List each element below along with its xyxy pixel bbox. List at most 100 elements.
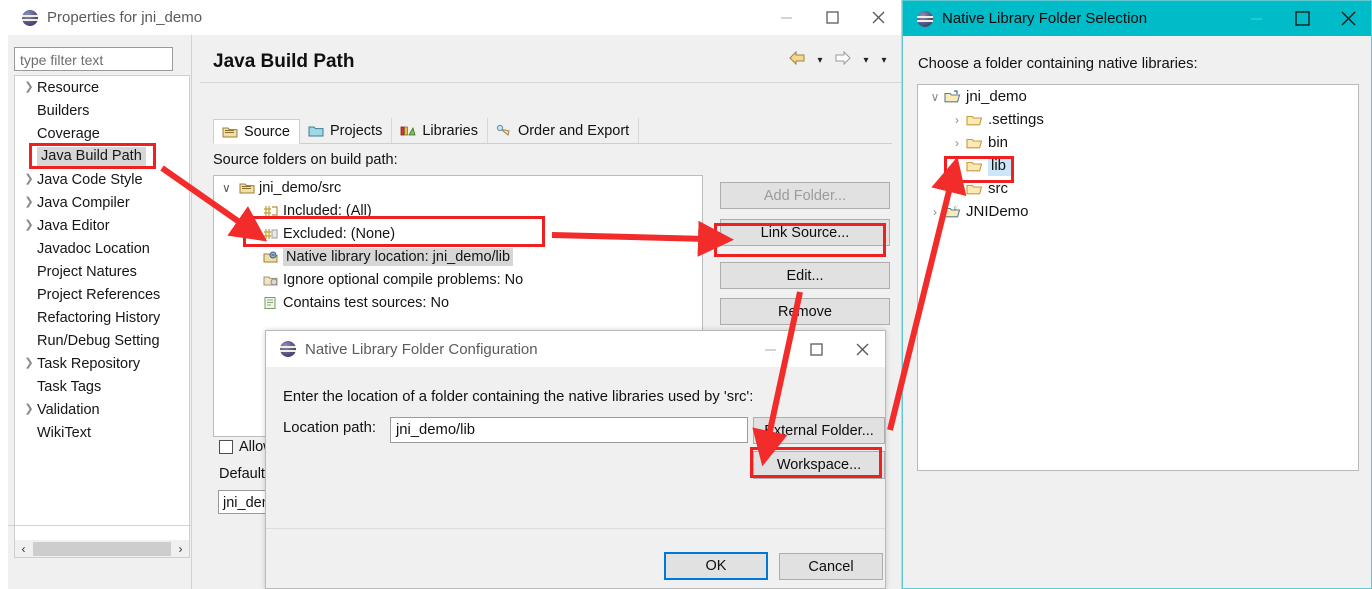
folder-tree-row[interactable]: › lib	[918, 154, 1358, 177]
chevron-right-icon[interactable]: ❯	[21, 404, 37, 415]
source-tree-row[interactable]: Ignore optional compile problems: No	[214, 268, 702, 291]
allow-checkbox[interactable]	[219, 440, 233, 454]
workspace-button[interactable]: Workspace...	[753, 451, 885, 479]
source-tree-row[interactable]: Excluded: (None)	[214, 222, 702, 245]
folder-tree-row-label: src	[988, 180, 1008, 197]
link-source-button[interactable]: Link Source...	[720, 219, 890, 246]
menu-dropdown-caret[interactable]: ▾	[876, 55, 892, 66]
eclipse-icon	[280, 341, 296, 357]
tab-label: Libraries	[422, 122, 478, 139]
minimize-button[interactable]	[763, 0, 809, 35]
source-tree-row[interactable]: ∨ jni_demo/src	[214, 176, 702, 199]
config-dialog-divider	[266, 528, 885, 529]
chevron-right-icon[interactable]: ❯	[21, 197, 37, 208]
edit-button[interactable]: Edit...	[720, 262, 890, 289]
settings-tree-item-label: Java Build Path	[37, 147, 146, 166]
source-tree-row[interactable]: Contains test sources: No	[214, 291, 702, 314]
settings-tree-item-java-code-style[interactable]: ❯ Java Code Style	[15, 168, 189, 191]
source-tree-row[interactable]: Included: (All)	[214, 199, 702, 222]
tab-libraries[interactable]: Libraries	[392, 118, 488, 143]
settings-tree-item-refactoring-history[interactable]: Refactoring History	[15, 306, 189, 329]
close-button[interactable]	[855, 0, 901, 35]
tab-projects[interactable]: Projects	[300, 118, 393, 143]
minimize-button[interactable]	[747, 331, 793, 367]
settings-tree-item-label: Project Natures	[37, 263, 137, 280]
settings-tree-item-java-compiler[interactable]: ❯ Java Compiler	[15, 191, 189, 214]
folder-tree-row[interactable]: › c JNIDemo	[918, 200, 1358, 223]
scroll-thumb[interactable]	[33, 541, 171, 556]
properties-window-controls	[763, 0, 901, 35]
folder-tree-row-label: JNIDemo	[966, 203, 1029, 220]
maximize-button[interactable]	[1279, 1, 1325, 36]
chevron-right-icon[interactable]: ›	[948, 182, 966, 196]
settings-tree-item-builders[interactable]: Builders	[15, 99, 189, 122]
selection-dialog-titlebar: Native Library Folder Selection	[903, 1, 1371, 36]
settings-tree-item-label: Project References	[37, 286, 161, 303]
chevron-right-icon[interactable]: ›	[948, 113, 966, 127]
folder-tree[interactable]: ∨ jni_demo › .settings › bin › lib › src › c JNIDemo	[917, 84, 1359, 471]
settings-tree-item-java-build-path[interactable]: Java Build Path	[15, 145, 189, 168]
close-button[interactable]	[1325, 1, 1371, 36]
chevron-down-icon[interactable]: ∨	[926, 90, 944, 104]
filter-input[interactable]: type filter text	[14, 47, 173, 71]
source-tree-row[interactable]: Native library location: jni_demo/lib	[214, 245, 702, 268]
settings-tree-item-coverage[interactable]: Coverage	[15, 122, 189, 145]
tab-order-and-export[interactable]: Order and Export	[488, 118, 640, 143]
config-cancel-button[interactable]: Cancel	[779, 553, 883, 580]
chevron-right-icon[interactable]: ›	[948, 136, 966, 150]
chevron-right-icon[interactable]: ❯	[21, 82, 37, 93]
folder-tree-row-label: bin	[988, 134, 1009, 151]
eclipse-icon	[917, 10, 933, 27]
external-folder-button[interactable]: External Folder...	[753, 417, 885, 444]
chevron-right-icon[interactable]: ❯	[21, 220, 37, 231]
settings-tree-item-label: Task Repository	[37, 355, 141, 372]
tab-label: Order and Export	[517, 122, 630, 139]
remove-button[interactable]: Remove	[720, 298, 890, 325]
scroll-right-icon[interactable]: ›	[172, 542, 189, 556]
settings-tree-item-label: Java Compiler	[37, 194, 130, 211]
maximize-button[interactable]	[793, 331, 839, 367]
folder-tree-row[interactable]: › .settings	[918, 108, 1358, 131]
chevron-right-icon[interactable]: ❯	[21, 174, 37, 185]
settings-tree-item-project-natures[interactable]: Project Natures	[15, 260, 189, 283]
maximize-button[interactable]	[809, 0, 855, 35]
folder-tree-row[interactable]: › src	[918, 177, 1358, 200]
minimize-button[interactable]	[1233, 1, 1279, 36]
settings-tree-item-label: Run/Debug Setting	[37, 332, 160, 349]
chevron-down-icon[interactable]: ∨	[222, 181, 239, 195]
settings-tree-item-resource[interactable]: ❯ Resource	[15, 76, 189, 99]
build-path-tabs[interactable]: Source Projects Libraries Order and Export	[213, 118, 892, 144]
chevron-right-icon[interactable]: ›	[926, 205, 944, 219]
forward-arrow-icon[interactable]	[830, 50, 856, 70]
settings-tree-hscrollbar[interactable]: ‹ ›	[14, 540, 190, 558]
libraries-icon	[400, 124, 416, 138]
config-dialog-window-controls	[747, 331, 885, 367]
settings-tree-item-wikitext[interactable]: WikiText	[15, 421, 189, 444]
settings-tree-item-label: Validation	[37, 401, 100, 418]
add-folder-button[interactable]: Add Folder...	[720, 182, 890, 209]
properties-titlebar: Properties for jni_demo	[8, 0, 901, 35]
folder-tree-row[interactable]: ∨ jni_demo	[918, 85, 1358, 108]
settings-tree-item-run-debug-setting[interactable]: Run/Debug Setting	[15, 329, 189, 352]
settings-tree-item-project-references[interactable]: Project References	[15, 283, 189, 306]
close-button[interactable]	[839, 331, 885, 367]
settings-tree-item-validation[interactable]: ❯ Validation	[15, 398, 189, 421]
settings-tree-item-task-tags[interactable]: Task Tags	[15, 375, 189, 398]
back-dropdown-caret[interactable]: ▾	[812, 55, 828, 66]
settings-tree-item-task-repository[interactable]: ❯ Task Repository	[15, 352, 189, 375]
settings-tree[interactable]: ❯ Resource Builders Coverage Java Build Path…	[14, 75, 190, 557]
chevron-right-icon[interactable]: ❯	[21, 358, 37, 369]
back-arrow-icon[interactable]	[784, 50, 810, 70]
location-path-input[interactable]: jni_demo/lib	[390, 417, 748, 443]
forward-dropdown-caret[interactable]: ▾	[858, 55, 874, 66]
config-ok-button[interactable]: OK	[664, 552, 768, 580]
config-dialog-description: Enter the location of a folder containin…	[283, 389, 754, 405]
settings-tree-item-javadoc-location[interactable]: Javadoc Location	[15, 237, 189, 260]
chevron-right-icon[interactable]: ›	[948, 159, 966, 173]
settings-tree-item-java-editor[interactable]: ❯ Java Editor	[15, 214, 189, 237]
location-path-label: Location path:	[283, 420, 376, 436]
folder-tree-row[interactable]: › bin	[918, 131, 1358, 154]
tab-source[interactable]: Source	[213, 119, 300, 144]
scroll-left-icon[interactable]: ‹	[15, 542, 32, 556]
nav-toolbar: ▾ ▾ ▾	[784, 50, 892, 70]
